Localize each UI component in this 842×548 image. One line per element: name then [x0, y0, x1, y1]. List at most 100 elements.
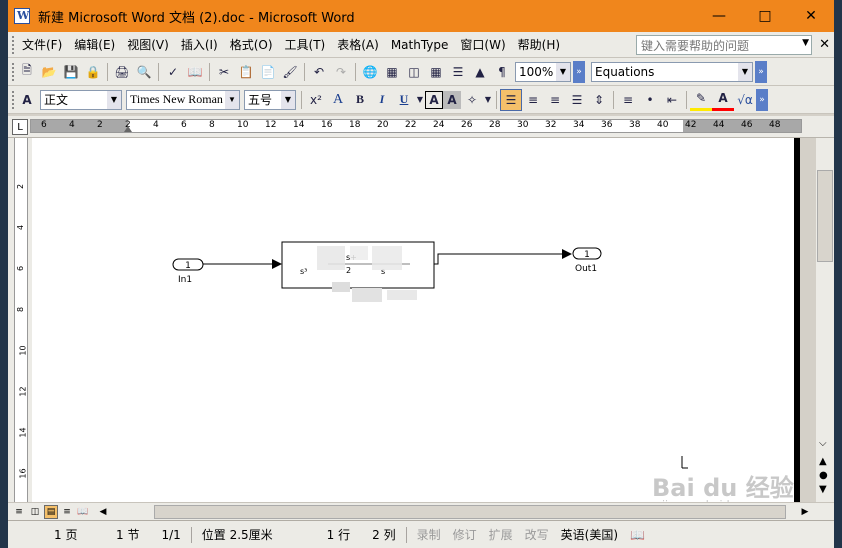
tables-borders-icon[interactable]: ▦ [381, 61, 403, 83]
scroll-left-icon[interactable]: ◀ [96, 505, 110, 519]
hyperlink-icon[interactable]: 🌐 [359, 61, 381, 83]
status-record[interactable]: 录制 [411, 526, 447, 543]
vertical-ruler-track[interactable]: 2 4 6 8 10 12 14 16 [14, 138, 28, 502]
align-center-button[interactable]: ≡ [522, 89, 544, 111]
undo-icon[interactable]: ↶ [308, 61, 330, 83]
phonetic-dropdown-icon[interactable]: ▼ [483, 89, 493, 111]
insert-excel-icon[interactable]: ▦ [425, 61, 447, 83]
status-extend[interactable]: 扩展 [483, 526, 519, 543]
permission-icon[interactable]: 🔒 [82, 61, 104, 83]
doc-close-icon[interactable]: ✕ [819, 37, 830, 52]
minimize-button[interactable]: — [696, 0, 742, 32]
menu-format[interactable]: 格式(O) [224, 36, 279, 53]
scroll-right-icon[interactable]: ▶ [798, 505, 812, 519]
line-spacing-icon[interactable]: ⇕ [588, 89, 610, 111]
menu-bar: 文件(F) 编辑(E) 视图(V) 插入(I) 格式(O) 工具(T) 表格(A… [8, 32, 834, 58]
menu-view[interactable]: 视图(V) [121, 36, 175, 53]
open-folder-icon[interactable]: 📂 [38, 61, 60, 83]
status-language[interactable]: 英语(美国) [555, 526, 624, 543]
chevron-down-icon[interactable]: ▼ [225, 90, 239, 109]
paste-icon[interactable]: 📄 [257, 61, 279, 83]
word-app-icon[interactable] [14, 8, 30, 24]
format-painter-icon[interactable]: 🖌 [279, 61, 301, 83]
cut-icon[interactable]: ✂ [213, 61, 235, 83]
insert-table-icon[interactable]: ◫ [403, 61, 425, 83]
menu-insert[interactable]: 插入(I) [175, 36, 224, 53]
menu-window[interactable]: 窗口(W) [454, 36, 511, 53]
print-view-icon[interactable]: ▤ [44, 505, 58, 519]
document-page[interactable]: 1 In1 s+ s³ 2 s 1 Out1 [32, 138, 794, 511]
outline-view-icon[interactable]: ≡ [60, 505, 74, 519]
chevron-down-icon[interactable]: ▼ [281, 90, 295, 109]
zoom-select[interactable]: 100% ▼ [515, 61, 571, 82]
vertical-scroll-thumb[interactable] [817, 170, 833, 262]
first-line-indent-marker[interactable] [124, 122, 132, 132]
align-right-button[interactable]: ≡ [544, 89, 566, 111]
scroll-down-icon[interactable]: ⌵ [819, 438, 827, 449]
numbering-icon[interactable]: ≡ [617, 89, 639, 111]
grow-font-icon[interactable]: A [327, 89, 349, 111]
menu-mathtype[interactable]: MathType [385, 38, 455, 52]
print-icon[interactable]: 🖨 [111, 61, 133, 83]
toolbar-options-icon[interactable]: » [756, 88, 768, 111]
mathtype-style-select[interactable]: Equations ▼ [591, 61, 753, 82]
tab-selector[interactable]: L [12, 119, 28, 135]
bullets-icon[interactable]: • [639, 89, 661, 111]
close-button[interactable]: ✕ [788, 0, 834, 32]
ruler-track[interactable]: 6 4 2 2 4 6 8 10 12 14 16 18 20 22 24 26 28 30 32 34 36 38 40 4… [30, 119, 802, 133]
ruler-tick-label: 34 [573, 120, 585, 130]
columns-icon[interactable]: ☰ [447, 61, 469, 83]
web-view-icon[interactable]: ◫ [28, 505, 42, 519]
research-icon[interactable]: 📖 [184, 61, 206, 83]
chevron-down-icon[interactable]: ▼ [738, 62, 752, 81]
italic-button[interactable]: I [371, 89, 393, 111]
char-shading-icon[interactable]: A [443, 90, 461, 109]
prev-page-icon[interactable]: ▲ [819, 456, 827, 467]
status-overtype[interactable]: 改写 [519, 526, 555, 543]
phonetic-icon[interactable]: ✧ [461, 89, 483, 111]
decrease-indent-icon[interactable]: ⇤ [661, 89, 683, 111]
align-justify-button[interactable]: ☰ [500, 88, 522, 111]
browse-object-icon[interactable]: ● [819, 470, 828, 481]
spelling-status-icon[interactable]: 📖 [624, 528, 651, 542]
new-doc-icon[interactable]: 🗎 [16, 61, 38, 83]
font-color-icon[interactable]: A [712, 89, 734, 111]
distributed-align-button[interactable]: ☰ [566, 89, 588, 111]
chevron-down-icon[interactable]: ▼ [107, 90, 121, 109]
underline-dropdown-icon[interactable]: ▼ [415, 89, 425, 111]
bold-button[interactable]: B [349, 89, 371, 111]
vertical-scrollbar[interactable]: ⌵ ▲ ● ▼ [816, 138, 834, 502]
font-size-select[interactable]: 五号 ▼ [244, 89, 296, 110]
chevron-down-icon[interactable]: ▼ [802, 38, 809, 48]
redo-icon[interactable]: ↷ [330, 61, 352, 83]
superscript-icon[interactable]: x² [305, 89, 327, 111]
menu-tools[interactable]: 工具(T) [279, 36, 332, 53]
next-page-icon[interactable]: ▼ [819, 484, 827, 495]
show-hide-icon[interactable]: ¶ [491, 61, 513, 83]
drawing-icon[interactable]: ▲ [469, 61, 491, 83]
font-select[interactable]: Times New Roman ▼ [126, 89, 240, 110]
chevron-down-icon[interactable]: ▼ [556, 62, 570, 81]
copy-icon[interactable]: 📋 [235, 61, 257, 83]
styles-pane-icon[interactable]: A [16, 89, 38, 111]
highlight-icon[interactable]: ✎ [690, 89, 712, 111]
toolbar-options-icon[interactable]: » [573, 60, 585, 83]
menu-table[interactable]: 表格(A) [331, 36, 385, 53]
status-revisions[interactable]: 修订 [447, 526, 483, 543]
maximize-button[interactable]: □ [742, 0, 788, 32]
horizontal-scroll-thumb[interactable] [154, 505, 786, 519]
menu-help[interactable]: 帮助(H) [512, 36, 566, 53]
help-search-input[interactable]: 键入需要帮助的问题 ▼ [636, 35, 812, 55]
normal-view-icon[interactable]: ≡ [12, 505, 26, 519]
style-select[interactable]: 正文 ▼ [40, 89, 122, 110]
toolbar-options-icon[interactable]: » [755, 60, 767, 83]
print-preview-icon[interactable]: 🔍 [133, 61, 155, 83]
char-border-icon[interactable]: A [425, 90, 443, 109]
reading-view-icon[interactable]: 📖 [76, 505, 90, 519]
save-icon[interactable]: 💾 [60, 61, 82, 83]
underline-button[interactable]: U [393, 89, 415, 111]
spelling-icon[interactable]: ✓ [162, 61, 184, 83]
menu-edit[interactable]: 编辑(E) [68, 36, 121, 53]
mathtype-insert-icon[interactable]: √α [734, 89, 756, 111]
menu-file[interactable]: 文件(F) [16, 36, 68, 53]
